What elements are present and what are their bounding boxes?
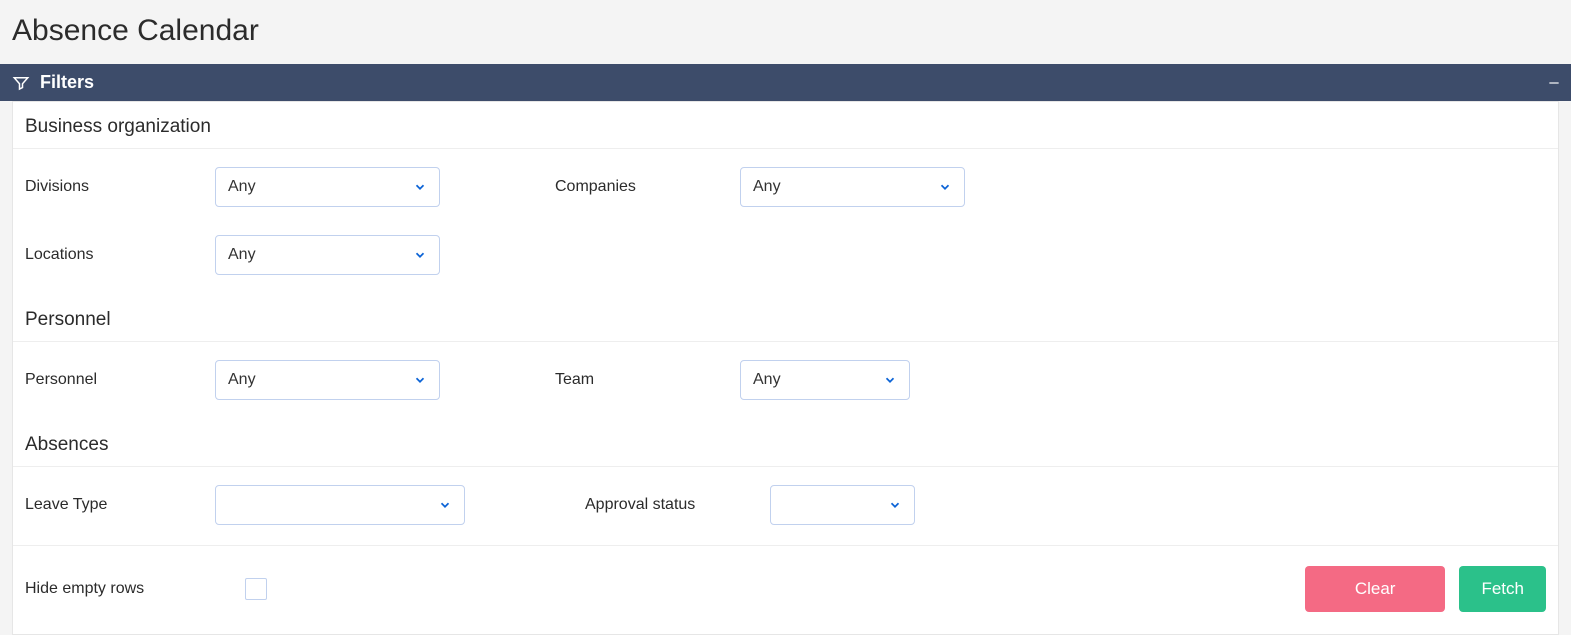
personnel-label: Personnel (25, 371, 215, 389)
hide-empty-rows-checkbox[interactable] (245, 578, 267, 600)
divisions-select[interactable]: Any (215, 167, 440, 207)
section-personnel: Personnel (13, 295, 1558, 342)
clear-button[interactable]: Clear (1305, 566, 1446, 612)
companies-label: Companies (555, 178, 740, 196)
leave-type-label: Leave Type (25, 496, 215, 514)
chevron-down-icon (438, 498, 452, 512)
team-select[interactable]: Any (740, 360, 910, 400)
chevron-down-icon (413, 180, 427, 194)
page-title: Absence Calendar (0, 0, 1571, 64)
hide-empty-rows-label: Hide empty rows (25, 580, 245, 598)
filters-label: Filters (40, 72, 94, 93)
chevron-down-icon (888, 498, 902, 512)
locations-select[interactable]: Any (215, 235, 440, 275)
divisions-label: Divisions (25, 178, 215, 196)
chevron-down-icon (883, 373, 897, 387)
personnel-select[interactable]: Any (215, 360, 440, 400)
filters-panel-header[interactable]: Filters (0, 64, 1571, 101)
approval-status-label: Approval status (585, 496, 770, 514)
team-value: Any (753, 371, 883, 389)
fetch-button[interactable]: Fetch (1459, 566, 1546, 612)
team-label: Team (555, 371, 740, 389)
divisions-value: Any (228, 178, 413, 196)
personnel-value: Any (228, 371, 413, 389)
locations-label: Locations (25, 246, 215, 264)
approval-status-select[interactable] (770, 485, 915, 525)
chevron-down-icon (413, 248, 427, 262)
footer-row: Hide empty rows Clear Fetch (13, 545, 1558, 630)
companies-select[interactable]: Any (740, 167, 965, 207)
chevron-down-icon (938, 180, 952, 194)
collapse-icon[interactable] (1547, 76, 1561, 90)
companies-value: Any (753, 178, 938, 196)
filters-panel: Business organization Divisions Any Comp… (12, 101, 1559, 635)
chevron-down-icon (413, 373, 427, 387)
leave-type-select[interactable] (215, 485, 465, 525)
filter-icon (12, 74, 30, 92)
locations-value: Any (228, 246, 413, 264)
section-business-org: Business organization (13, 102, 1558, 149)
section-absences: Absences (13, 420, 1558, 467)
